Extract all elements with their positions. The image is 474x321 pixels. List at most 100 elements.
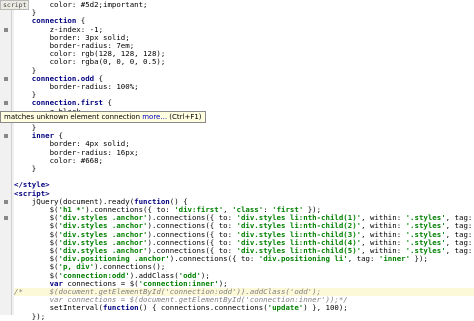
code-line[interactable]: $('div.positioning .anchor').connections… bbox=[14, 255, 474, 263]
code-token: setInterval( bbox=[14, 304, 103, 313]
code-token: { bbox=[94, 74, 103, 83]
code-token: $( bbox=[14, 271, 59, 280]
fold-marker-icon[interactable] bbox=[4, 101, 8, 106]
code-line[interactable]: border-radius: 7em; bbox=[14, 42, 474, 50]
fold-marker-icon[interactable] bbox=[4, 134, 8, 139]
code-token: ).connections({ to: bbox=[147, 247, 237, 255]
code-token: 'div.styles .anchor' bbox=[58, 238, 148, 247]
code-token: ) }, 100); bbox=[303, 304, 348, 313]
code-token: color bbox=[14, 50, 72, 59]
code-line[interactable]: } bbox=[14, 91, 474, 99]
code-line[interactable]: inner { bbox=[14, 132, 474, 140]
code-token: : bbox=[263, 206, 273, 214]
code-line[interactable]: $('div.styles .anchor').connections({ to… bbox=[14, 222, 474, 230]
code-token: , tag: bbox=[445, 222, 474, 231]
code-token: jQuery(document).ready( bbox=[14, 197, 135, 206]
code-line[interactable]: </style> bbox=[14, 181, 474, 189]
code-line[interactable]: connection.first { bbox=[14, 99, 474, 107]
code-line[interactable]: color: #5d2;important; bbox=[14, 1, 474, 9]
code-token: , within: bbox=[361, 247, 406, 255]
code-line[interactable]: border: 3px solid; bbox=[14, 34, 474, 42]
code-token: color bbox=[14, 58, 72, 67]
code-token: , within: bbox=[361, 230, 406, 239]
code-token: connection bbox=[14, 17, 77, 26]
code-line[interactable]: connection { bbox=[14, 17, 474, 25]
code-line[interactable]: } bbox=[14, 124, 474, 132]
code-token: '.styles' bbox=[405, 247, 446, 255]
code-token: rgba(0, 0, 0, 0.5); bbox=[80, 58, 166, 67]
code-token: , within: bbox=[361, 238, 406, 247]
code-token: , tag: bbox=[347, 255, 379, 264]
code-line[interactable]: }); bbox=[14, 313, 474, 321]
code-line[interactable]: connection.odd { bbox=[14, 75, 474, 83]
code-line[interactable]: color: #668; bbox=[14, 157, 474, 165]
code-token: $( bbox=[14, 222, 59, 231]
code-token: 'div.styles .anchor' bbox=[58, 214, 148, 223]
code-token: () { bbox=[169, 197, 188, 206]
code-token: function bbox=[134, 197, 170, 206]
fold-marker-icon[interactable] bbox=[4, 27, 8, 32]
code-token: connections = $( bbox=[62, 279, 139, 288]
code-line[interactable]: border: 4px solid; bbox=[14, 140, 474, 148]
code-line[interactable]: color: rgb(128, 128, 128); bbox=[14, 50, 474, 58]
code-token: { bbox=[54, 132, 63, 141]
code-token: $( bbox=[14, 206, 59, 214]
code-line[interactable]: border-radius: 16px; bbox=[14, 149, 474, 157]
code-line[interactable]: $('div.styles .anchor').connections({ to… bbox=[14, 214, 474, 222]
tooltip-shortcut: (Ctrl+F1) bbox=[167, 113, 202, 121]
code-token: ); bbox=[218, 279, 228, 288]
tooltip-more-link[interactable]: more... bbox=[142, 113, 167, 121]
code-line[interactable]: } bbox=[14, 165, 474, 173]
code-line[interactable]: var connections = $(document.getElementB… bbox=[14, 296, 474, 304]
code-line[interactable]: } bbox=[14, 67, 474, 75]
code-token: , bbox=[223, 206, 233, 214]
code-token: border-radius bbox=[14, 83, 108, 91]
code-token: border-radius bbox=[14, 148, 108, 157]
code-token: , tag: bbox=[445, 214, 474, 223]
code-token: ).connections({ to: bbox=[169, 255, 259, 264]
code-line[interactable]: setInterval(function() { connections.con… bbox=[14, 304, 474, 312]
code-token: 'div.styles .anchor' bbox=[58, 230, 148, 239]
code-token: 'div.styles li:nth-child(3)' bbox=[236, 230, 362, 239]
inspection-tooltip: matches unknown element connection more.… bbox=[0, 111, 206, 123]
code-token: '.styles' bbox=[405, 230, 446, 239]
code-token: }); bbox=[14, 312, 46, 321]
code-token: 'update' bbox=[267, 304, 304, 313]
code-token: $( bbox=[14, 214, 59, 223]
code-token: 'div.styles .anchor' bbox=[58, 222, 148, 231]
fold-marker-icon[interactable] bbox=[4, 216, 8, 221]
code-line[interactable]: var connections = $('connection:inner'); bbox=[14, 280, 474, 288]
code-token: : #668; bbox=[71, 156, 104, 165]
code-line[interactable]: /* $(document.getElementById('connection… bbox=[14, 288, 474, 297]
code-line[interactable]: z-index: -1; bbox=[14, 26, 474, 34]
code-token: $( bbox=[14, 247, 59, 255]
code-token: border bbox=[14, 33, 77, 42]
code-token: 'odd' bbox=[178, 271, 201, 280]
code-line[interactable]: border-radius: 100%; bbox=[14, 83, 474, 91]
fold-guide bbox=[11, 0, 12, 315]
script-tag-breadcrumb[interactable]: script bbox=[0, 0, 30, 10]
code-token: 'div.positioning li' bbox=[258, 255, 348, 264]
code-token: 'h1 *' bbox=[58, 206, 86, 214]
code-token: 'p, div' bbox=[58, 263, 95, 272]
code-line[interactable]: color: rgba(0, 0, 0, 0.5); bbox=[14, 58, 474, 66]
code-line[interactable]: $('div.styles .anchor').connections({ to… bbox=[14, 239, 474, 247]
code-token: }); bbox=[303, 206, 322, 214]
code-token: $( bbox=[14, 263, 59, 272]
code-token: , within: bbox=[361, 222, 406, 231]
code-token: }); bbox=[410, 255, 428, 264]
code-line[interactable]: $('p, div').connections(); bbox=[14, 263, 474, 271]
fold-marker-icon[interactable] bbox=[4, 76, 8, 81]
code-line[interactable]: <script> bbox=[14, 190, 474, 198]
code-line[interactable]: $('div.styles .anchor').connections({ to… bbox=[14, 247, 474, 255]
code-line[interactable] bbox=[14, 173, 474, 181]
fold-marker-icon[interactable] bbox=[4, 199, 8, 204]
code-line[interactable]: jQuery(document).ready(function() { bbox=[14, 198, 474, 206]
code-line[interactable]: $('div.styles .anchor').connections({ to… bbox=[14, 231, 474, 239]
code-token: : 100%; bbox=[107, 83, 139, 91]
code-token: ).connections({ to: bbox=[147, 214, 237, 223]
code-line[interactable]: } bbox=[14, 9, 474, 17]
code-line[interactable]: $('connection:odd').addClass('odd'); bbox=[14, 272, 474, 280]
code-line[interactable]: $('h1 *').connections({ to: 'div:first',… bbox=[14, 206, 474, 214]
code-token: 'class' bbox=[232, 206, 264, 214]
